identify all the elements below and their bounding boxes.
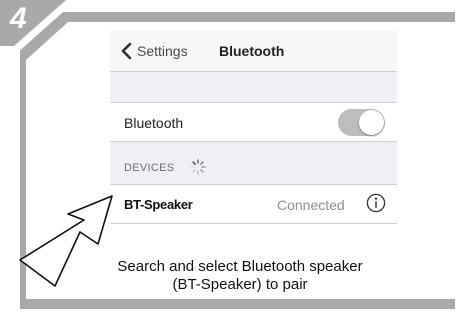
instruction-caption: Search and select Bluetooth speaker (BT-… bbox=[95, 258, 385, 294]
caption-line-2: (BT-Speaker) to pair bbox=[172, 276, 308, 293]
caption-line-1: Search and select Bluetooth speaker bbox=[117, 258, 363, 275]
